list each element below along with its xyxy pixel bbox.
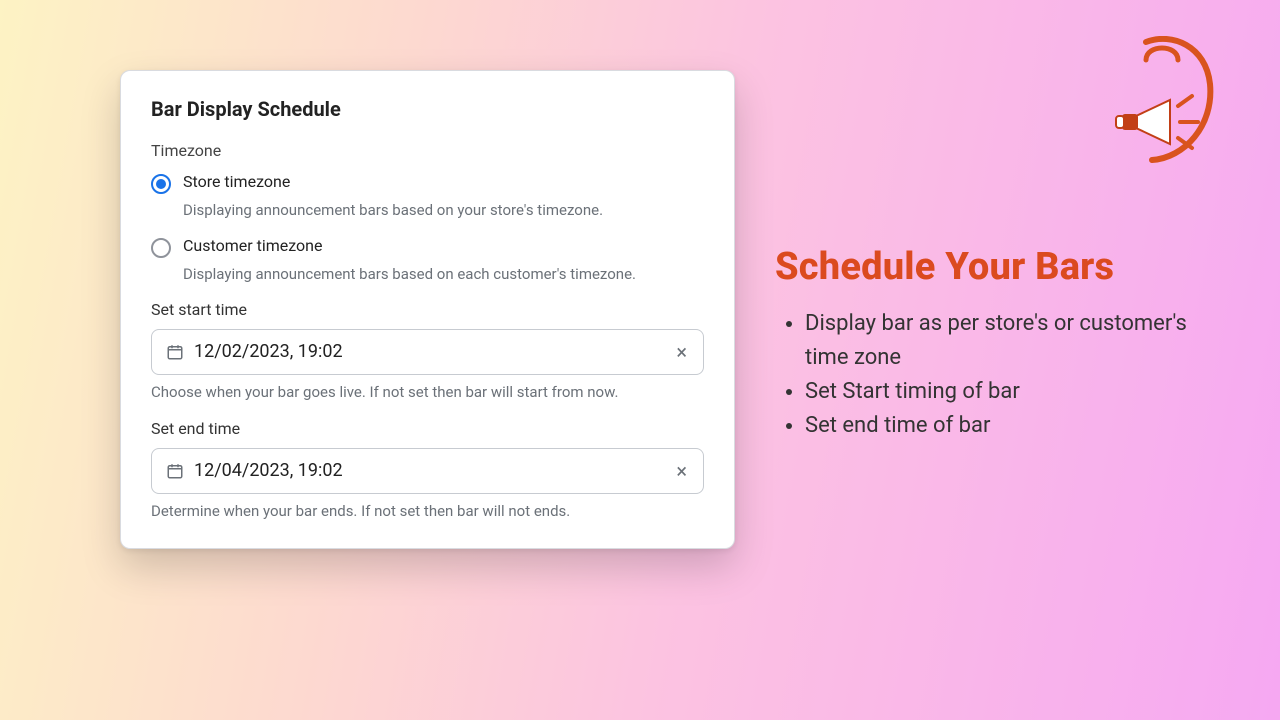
schedule-card: Bar Display Schedule Timezone Store time…	[120, 70, 735, 549]
timezone-label: Timezone	[151, 141, 704, 160]
calendar-icon	[166, 343, 184, 361]
radio-store-desc: Displaying announcement bars based on yo…	[183, 200, 704, 222]
end-time-label: Set end time	[151, 419, 704, 438]
end-time-helper: Determine when your bar ends. If not set…	[151, 502, 704, 520]
radio-store-timezone[interactable]: Store timezone	[151, 172, 704, 194]
promo-block: Schedule Your Bars Display bar as per st…	[775, 245, 1235, 443]
card-title: Bar Display Schedule	[151, 97, 704, 121]
start-time-label: Set start time	[151, 300, 704, 319]
clear-end-icon[interactable]: ×	[674, 461, 689, 481]
promo-bullet: Display bar as per store's or customer's…	[805, 307, 1235, 375]
start-time-input[interactable]: 12/02/2023, 19:02 ×	[151, 329, 704, 375]
promo-heading: Schedule Your Bars	[775, 245, 1235, 289]
end-time-value: 12/04/2023, 19:02	[194, 460, 664, 481]
radio-customer-desc: Displaying announcement bars based on ea…	[183, 264, 704, 286]
end-time-input[interactable]: 12/04/2023, 19:02 ×	[151, 448, 704, 494]
radio-icon	[151, 238, 171, 258]
clear-start-icon[interactable]: ×	[674, 342, 689, 362]
start-time-helper: Choose when your bar goes live. If not s…	[151, 383, 704, 401]
promo-bullet: Set end time of bar	[805, 409, 1235, 443]
radio-icon	[151, 174, 171, 194]
calendar-icon	[166, 462, 184, 480]
stage: Bar Display Schedule Timezone Store time…	[0, 0, 1280, 720]
promo-bullet: Set Start timing of bar	[805, 375, 1235, 409]
radio-label: Store timezone	[183, 172, 290, 191]
radio-customer-timezone[interactable]: Customer timezone	[151, 236, 704, 258]
shopping-bag-megaphone-icon	[1102, 36, 1232, 166]
promo-list: Display bar as per store's or customer's…	[775, 307, 1235, 443]
radio-label: Customer timezone	[183, 236, 323, 255]
start-time-value: 12/02/2023, 19:02	[194, 341, 664, 362]
app-logo	[1102, 36, 1232, 166]
